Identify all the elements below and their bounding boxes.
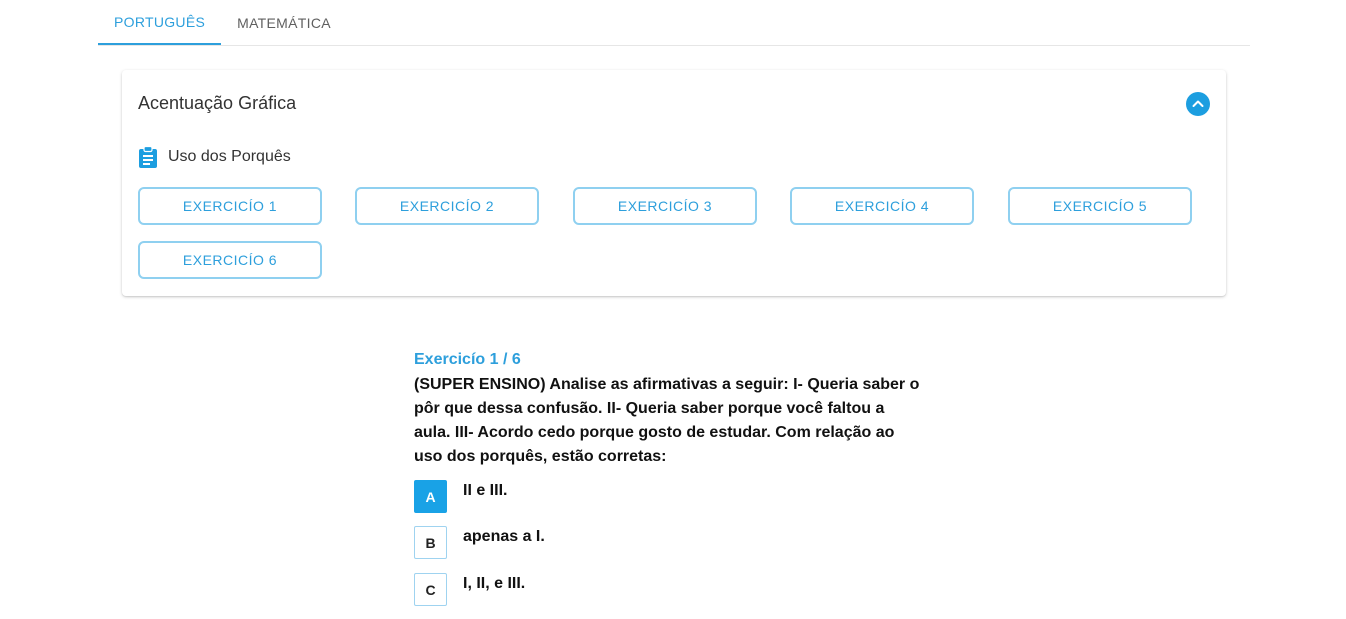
option-b[interactable]: B apenas a I.: [414, 526, 545, 559]
option-text: II e III.: [463, 482, 508, 499]
exercise-5-button[interactable]: EXERCICÍO 5: [1008, 187, 1192, 225]
clipboard-icon: [139, 146, 157, 168]
topic-label: Uso dos Porquês: [168, 148, 291, 165]
collapse-button[interactable]: [1186, 92, 1210, 116]
exercise-2-button[interactable]: EXERCICÍO 2: [355, 187, 539, 225]
exercise-4-button[interactable]: EXERCICÍO 4: [790, 187, 974, 225]
option-letter[interactable]: B: [414, 526, 447, 559]
question-text: (SUPER ENSINO) Analise as afirmativas a …: [414, 376, 920, 465]
option-letter[interactable]: C: [414, 573, 447, 606]
exercise-panel: Exercicío 1 / 6 (SUPER ENSINO) Analise a…: [414, 349, 934, 606]
option-letter[interactable]: A: [414, 480, 447, 513]
chevron-up-icon: [1192, 100, 1204, 107]
tab-portugues[interactable]: PORTUGUÊS: [98, 0, 222, 45]
exercise-3-button[interactable]: EXERCICÍO 3: [573, 187, 757, 225]
tab-matematica[interactable]: MATEMÁTICA: [221, 0, 347, 45]
option-c[interactable]: C I, II, e III.: [414, 573, 525, 606]
exercise-6-button[interactable]: EXERCICÍO 6: [138, 241, 322, 279]
option-text: apenas a I.: [463, 528, 545, 545]
topic-row: Uso dos Porquês: [138, 146, 291, 168]
exercise-heading: Exercicío 1 / 6: [414, 351, 521, 368]
card-title: Acentuação Gráfica: [138, 93, 297, 113]
option-text: I, II, e III.: [463, 575, 526, 592]
topic-card: Acentuação Gráfica Uso dos Porquês EXERC…: [122, 70, 1226, 296]
exercise-1-button[interactable]: EXERCICÍO 1: [138, 187, 322, 225]
option-a[interactable]: A II e III.: [414, 480, 507, 513]
subject-tabs: PORTUGUÊS MATEMÁTICA: [98, 0, 1250, 46]
page: PORTUGUÊS MATEMÁTICA Acentuação Gráfica …: [0, 0, 1346, 619]
